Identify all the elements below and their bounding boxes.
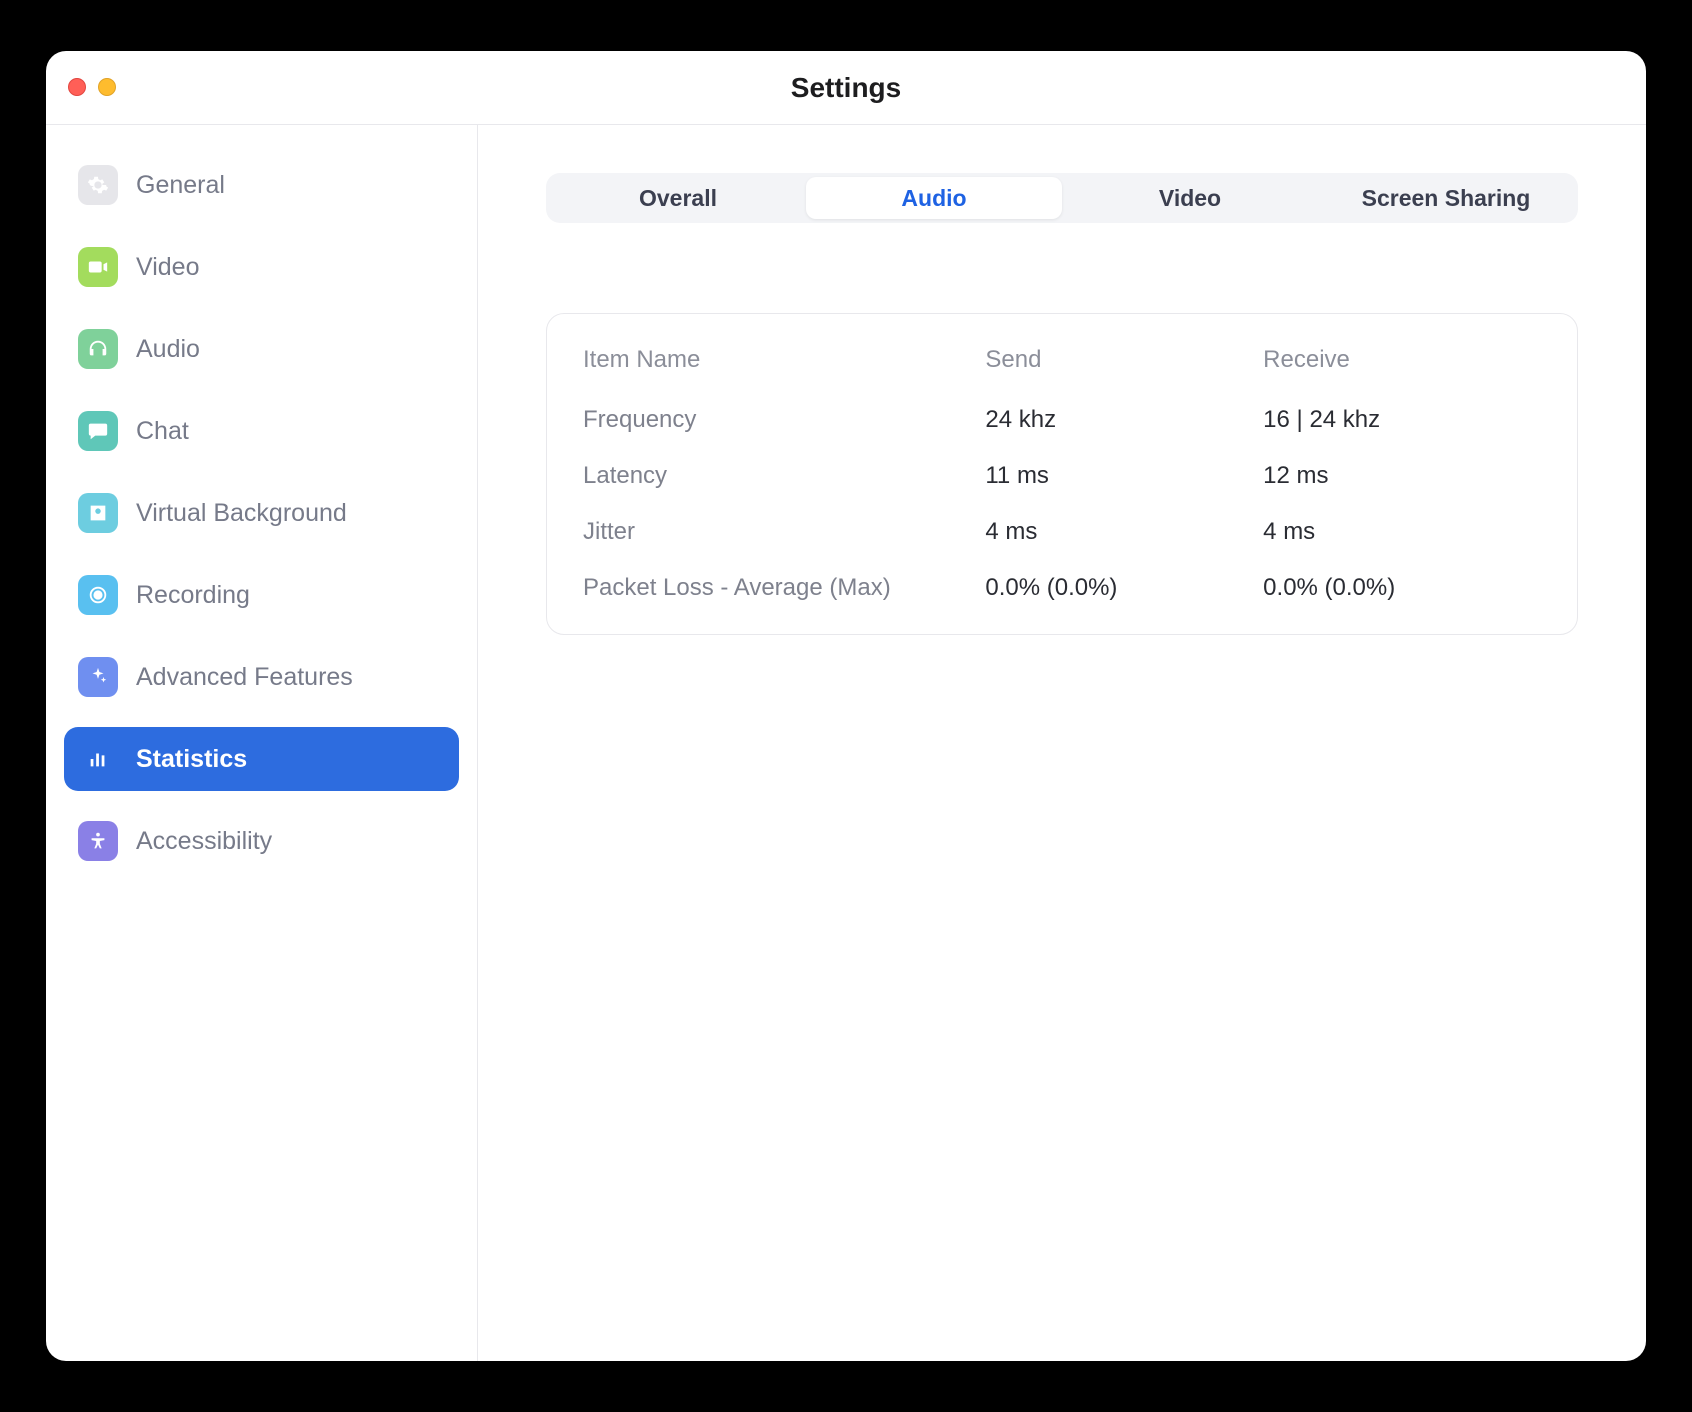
stat-send: 0.0% (0.0%): [985, 560, 1263, 616]
tab-screen-sharing[interactable]: Screen Sharing: [1318, 177, 1574, 219]
stat-send: 4 ms: [985, 504, 1263, 560]
sidebar-item-advanced-features[interactable]: Advanced Features: [64, 645, 459, 709]
stat-name: Latency: [583, 448, 985, 504]
col-header-receive: Receive: [1263, 340, 1541, 392]
stats-panel: Item Name Send Receive Frequency 24 khz …: [546, 313, 1578, 635]
sidebar-item-label: Virtual Background: [136, 499, 347, 528]
stat-name: Jitter: [583, 504, 985, 560]
video-camera-icon: [78, 247, 118, 287]
sidebar-item-label: General: [136, 171, 225, 200]
sidebar-item-label: Chat: [136, 417, 189, 446]
stat-send: 11 ms: [985, 448, 1263, 504]
stat-send: 24 khz: [985, 392, 1263, 448]
record-icon: [78, 575, 118, 615]
close-window-button[interactable]: [68, 78, 86, 96]
gear-icon: [78, 165, 118, 205]
table-row: Jitter 4 ms 4 ms: [583, 504, 1541, 560]
stats-table: Item Name Send Receive Frequency 24 khz …: [583, 340, 1541, 616]
sidebar-item-general[interactable]: General: [64, 153, 459, 217]
col-header-name: Item Name: [583, 340, 985, 392]
stat-name: Frequency: [583, 392, 985, 448]
traffic-lights: [68, 78, 116, 96]
stat-receive: 0.0% (0.0%): [1263, 560, 1541, 616]
tab-video[interactable]: Video: [1062, 177, 1318, 219]
col-header-send: Send: [985, 340, 1263, 392]
stat-receive: 16 | 24 khz: [1263, 392, 1541, 448]
table-row: Latency 11 ms 12 ms: [583, 448, 1541, 504]
tab-audio[interactable]: Audio: [806, 177, 1062, 219]
sidebar: General Video Audio Chat: [46, 125, 478, 1361]
sidebar-item-accessibility[interactable]: Accessibility: [64, 809, 459, 873]
sparkle-icon: [78, 657, 118, 697]
sidebar-item-label: Recording: [136, 581, 250, 610]
sidebar-item-label: Statistics: [136, 745, 247, 774]
content-area: Overall Audio Video Screen Sharing Item …: [478, 125, 1646, 1361]
tab-overall[interactable]: Overall: [550, 177, 806, 219]
sidebar-item-statistics[interactable]: Statistics: [64, 727, 459, 791]
minimize-window-button[interactable]: [98, 78, 116, 96]
bar-chart-icon: [78, 739, 118, 779]
sidebar-item-label: Audio: [136, 335, 200, 364]
sidebar-item-audio[interactable]: Audio: [64, 317, 459, 381]
person-square-icon: [78, 493, 118, 533]
statistics-tabs: Overall Audio Video Screen Sharing: [546, 173, 1578, 223]
sidebar-item-video[interactable]: Video: [64, 235, 459, 299]
accessibility-icon: [78, 821, 118, 861]
sidebar-item-chat[interactable]: Chat: [64, 399, 459, 463]
window-title: Settings: [46, 72, 1646, 104]
chat-bubble-icon: [78, 411, 118, 451]
stat-name: Packet Loss - Average (Max): [583, 560, 985, 616]
table-row: Packet Loss - Average (Max) 0.0% (0.0%) …: [583, 560, 1541, 616]
stat-receive: 12 ms: [1263, 448, 1541, 504]
sidebar-item-label: Video: [136, 253, 200, 282]
titlebar: Settings: [46, 51, 1646, 125]
headphones-icon: [78, 329, 118, 369]
sidebar-item-label: Accessibility: [136, 827, 272, 856]
table-row: Frequency 24 khz 16 | 24 khz: [583, 392, 1541, 448]
settings-window: Settings General Video Audio: [46, 51, 1646, 1361]
sidebar-item-label: Advanced Features: [136, 663, 353, 692]
sidebar-item-recording[interactable]: Recording: [64, 563, 459, 627]
stat-receive: 4 ms: [1263, 504, 1541, 560]
sidebar-item-virtual-background[interactable]: Virtual Background: [64, 481, 459, 545]
